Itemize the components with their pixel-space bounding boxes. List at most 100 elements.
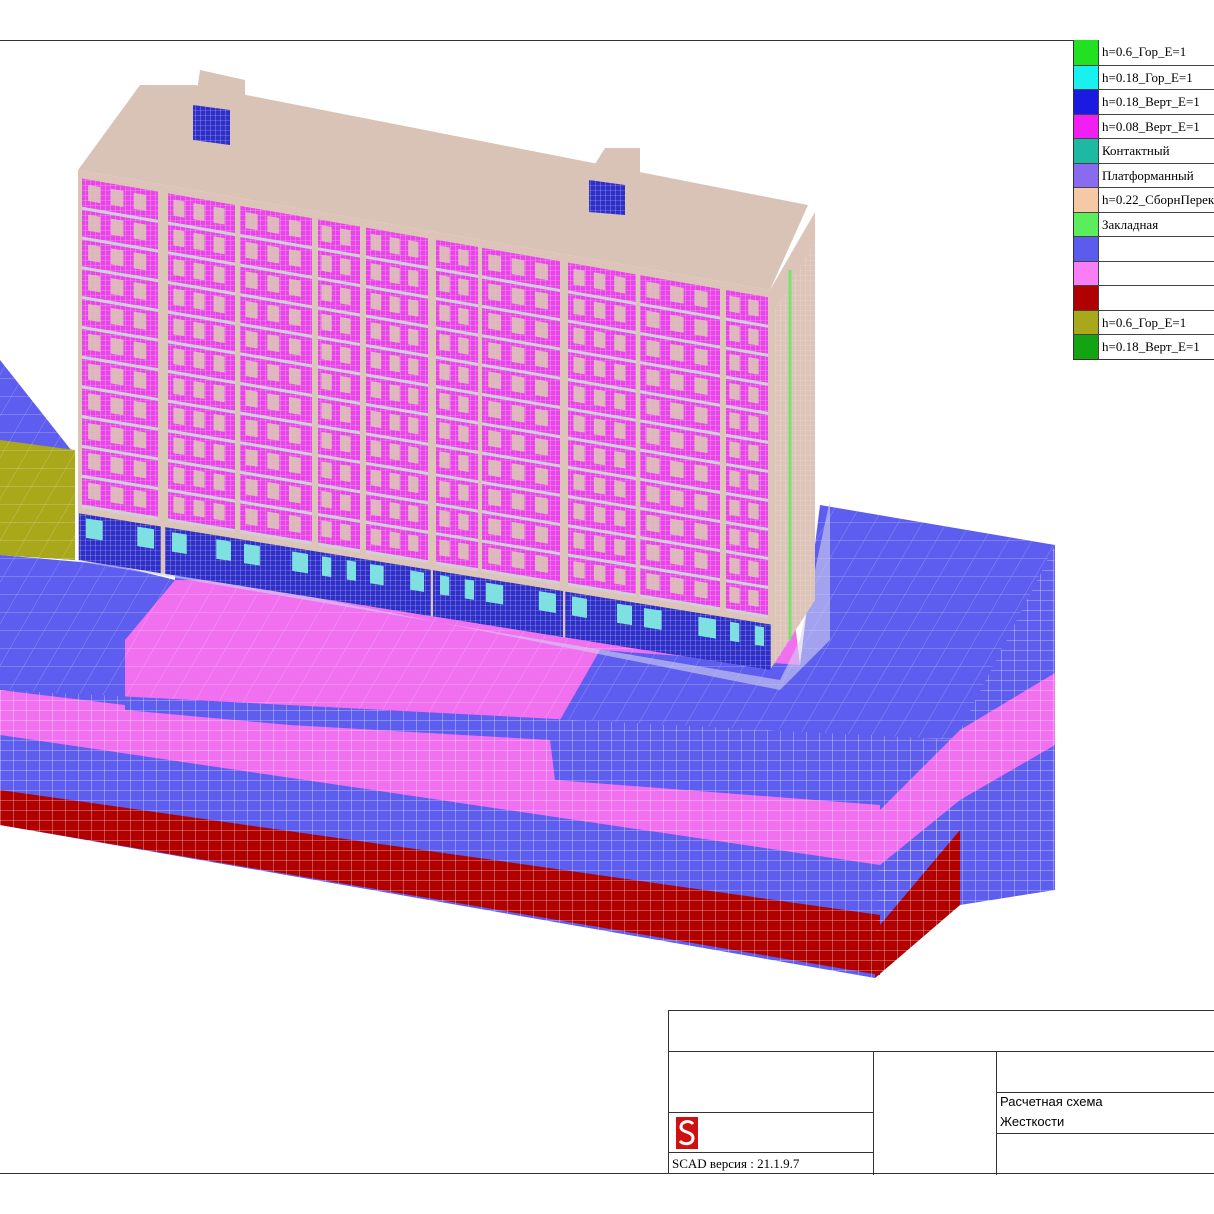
facade-window-panel [88, 333, 101, 352]
facade-window-panel [267, 511, 280, 530]
cyan-panel [644, 607, 662, 630]
legend-row: Контактный [1074, 138, 1214, 163]
legend-swatch [1074, 65, 1099, 89]
facade-window-panel [389, 531, 400, 549]
facade-window-panel [133, 460, 147, 479]
facade-window-panel [267, 304, 280, 323]
facade-window-panel [694, 522, 708, 541]
facade-window-panel [748, 328, 759, 346]
legend-swatch [1074, 114, 1099, 138]
legend-label [1099, 262, 1102, 286]
legend-label [1099, 237, 1102, 261]
facade-window-panel [193, 351, 205, 370]
facade-window-panel [439, 333, 450, 352]
facade-window-panel [133, 222, 147, 241]
facade-window-panel [535, 320, 548, 339]
facade-window-panel [458, 395, 469, 414]
facade-window-panel [439, 451, 450, 469]
facade-window-panel [245, 360, 258, 379]
facade-window-panel [670, 489, 684, 508]
facade-window-panel [694, 289, 708, 308]
facade-window-panel [340, 493, 351, 512]
facade-window-panel [439, 245, 450, 264]
facade-window-panel [110, 307, 124, 326]
facade-window-panel [193, 381, 205, 399]
cyan-panel [410, 570, 424, 592]
facade-window-panel [408, 475, 419, 494]
facade-window-panel [110, 456, 124, 475]
facade-window-panel [694, 464, 708, 483]
facade-window-panel [593, 301, 606, 320]
facade-window-panel [133, 400, 147, 419]
facade-window-panel [321, 372, 332, 391]
facade-window-panel [458, 248, 469, 267]
facade-window-panel [389, 413, 400, 432]
facade-window-panel [614, 509, 626, 528]
facade-window-panel [370, 469, 382, 488]
legend-label: h=0.22_СборнПерекр [1102, 192, 1214, 207]
facade-window-panel [88, 303, 101, 323]
facade-window-panel [370, 528, 382, 546]
legend-swatch [1074, 286, 1099, 310]
facade-window-panel [614, 363, 626, 382]
facade-window-panel [694, 377, 708, 396]
facade-window-panel [439, 539, 450, 558]
title-block-line [996, 1133, 1214, 1134]
facade-window-panel [321, 402, 332, 420]
facade-window-panel [614, 392, 626, 411]
facade-window-panel [573, 268, 585, 287]
facade-window-panel [593, 330, 606, 349]
facade-window-panel [458, 454, 469, 473]
facade-window-panel [573, 561, 585, 579]
facade-window-panel [729, 441, 740, 459]
facade-window-panel [646, 485, 660, 504]
facade-window-panel [535, 408, 548, 427]
facade-window-panel [389, 325, 400, 343]
facade-window-panel [511, 404, 525, 423]
facade-window-panel [370, 292, 382, 311]
facade-window-panel [173, 437, 185, 455]
facade-window-panel [321, 313, 332, 332]
facade-window-panel [88, 274, 101, 293]
legend-row: Платформанный [1074, 162, 1214, 187]
facade-window-panel [288, 249, 301, 268]
facade-window-panel [267, 393, 280, 412]
legend-label: h=0.18_Гор_E=1 [1102, 69, 1193, 85]
legend-label: Контактный [1102, 143, 1170, 158]
facade-window-panel [729, 295, 740, 314]
facade-window-panel [458, 307, 469, 326]
facade-window-panel [439, 421, 450, 440]
stiffness-legend: h=0.6_Гор_E=1 h=0.18_Гор_E=1 h=0.18_Верт_E… [1073, 40, 1214, 360]
legend-row: Закладная [1074, 211, 1214, 236]
facade-window-panel [694, 580, 708, 599]
legend-swatch [1074, 188, 1099, 212]
facade-window-panel [267, 275, 280, 294]
facade-window-panel [511, 346, 525, 365]
facade-window-panel [439, 275, 450, 293]
facade-window-panel [614, 451, 626, 469]
facade-window-panel [593, 476, 606, 495]
legend-row [1074, 236, 1214, 261]
legend-row: h=0.6_Гор_E=1 [1074, 309, 1214, 334]
legend-label: h=0.08_Верт_E=1 [1102, 118, 1200, 134]
facade-window-panel [288, 456, 301, 474]
facade-window-panel [729, 412, 740, 430]
facade-window-panel [267, 215, 280, 234]
facade-window-panel [593, 359, 606, 378]
facade-window-panel [458, 483, 469, 502]
facade-window-panel [110, 426, 124, 445]
facade-window-panel [173, 377, 185, 396]
scad-logo-icon [676, 1117, 698, 1149]
facade-window-panel [593, 389, 606, 407]
facade-window-panel [511, 492, 525, 511]
facade-window-panel [646, 572, 660, 591]
facade-window-panel [535, 496, 548, 515]
cyan-panel [617, 603, 632, 626]
facade-window-panel [748, 531, 759, 549]
facade-window-panel [389, 472, 400, 491]
legend-swatch [1074, 212, 1099, 236]
facade-window-panel [173, 407, 185, 426]
title-block-line [669, 1051, 1214, 1052]
facade-window-panel [511, 287, 525, 306]
facade-window-panel [340, 346, 351, 365]
